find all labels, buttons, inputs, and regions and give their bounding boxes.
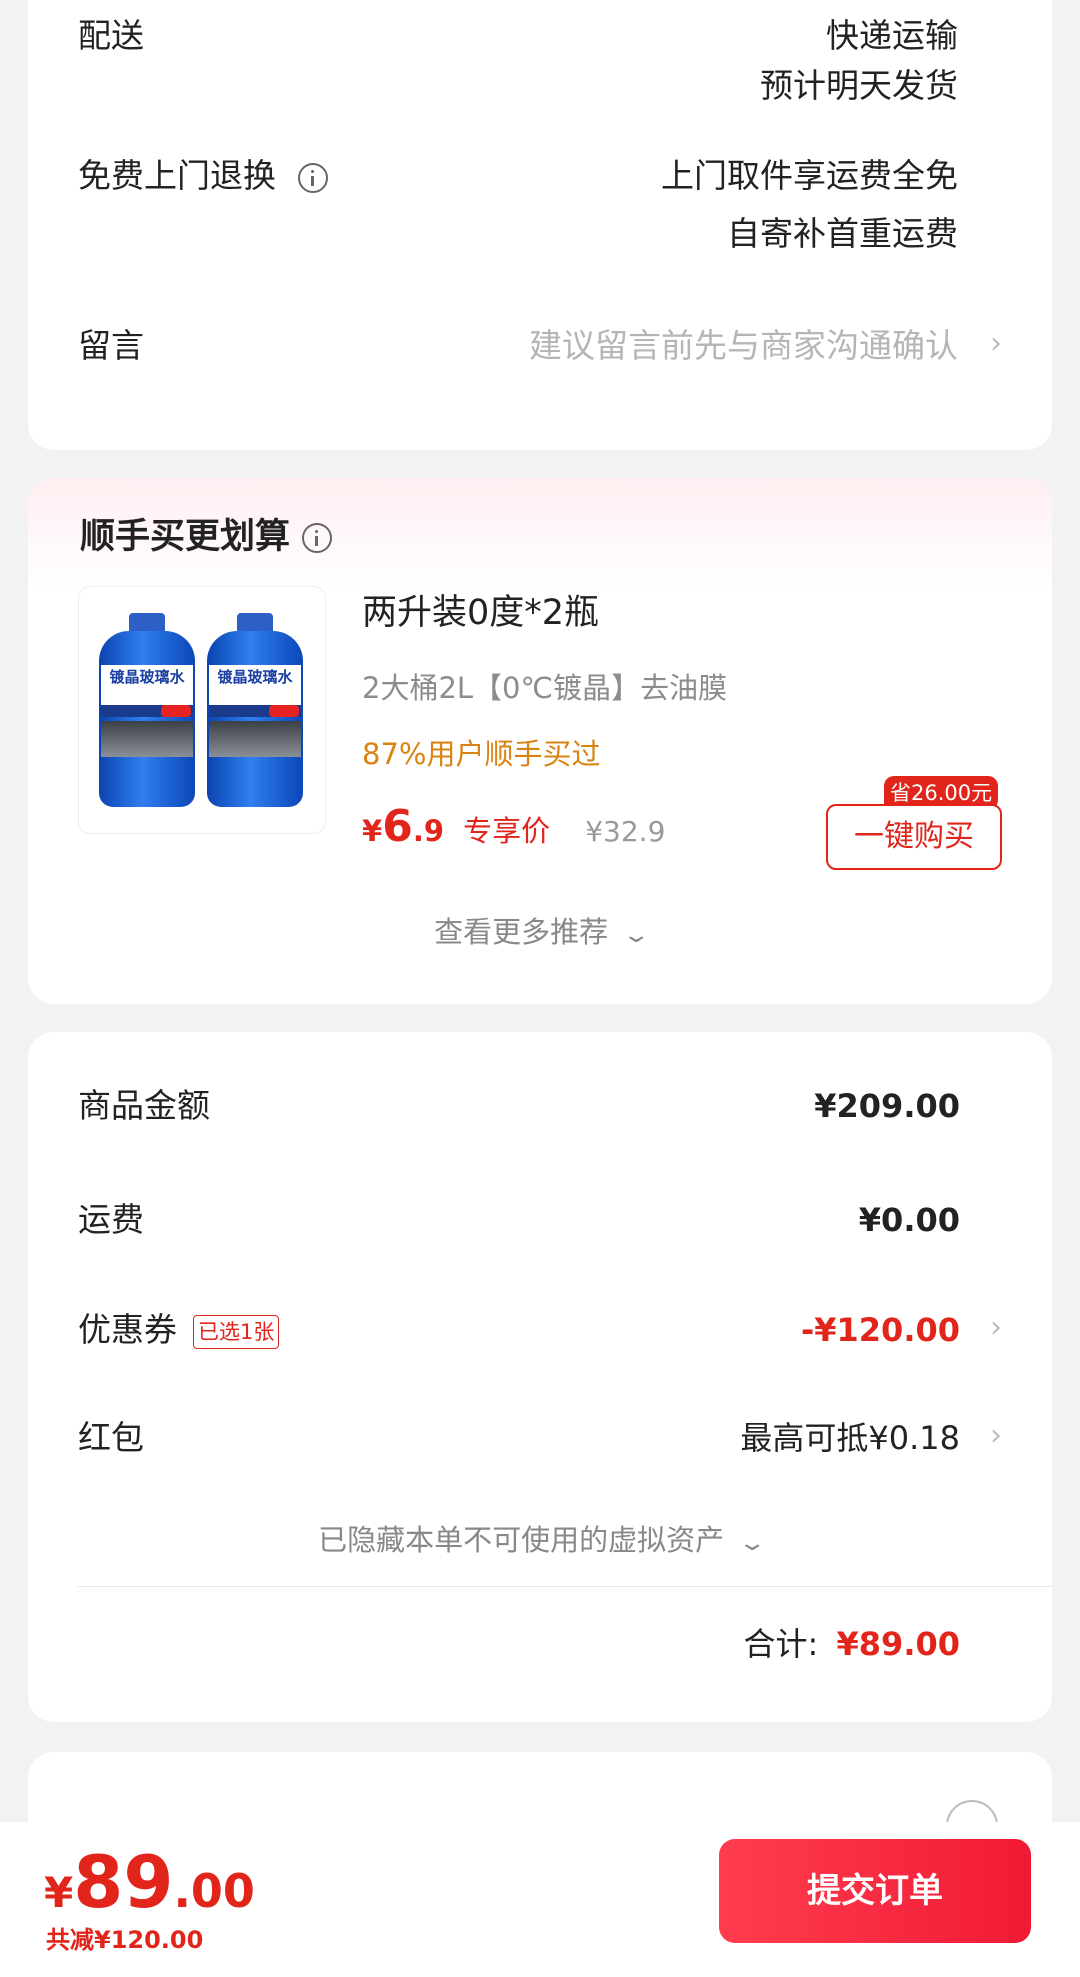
bought-ratio: 87%用户顺手买过 xyxy=(362,737,601,771)
bottle-label: 镀晶玻璃水 xyxy=(101,665,193,705)
bottle-right: 镀晶玻璃水 xyxy=(205,613,305,809)
product-title[interactable]: 两升装0度*2瓶 xyxy=(362,590,599,636)
submit-order-button[interactable]: 提交订单 xyxy=(719,1839,1031,1943)
bottom-bar: ¥89.00 共减¥120.00 提交订单 xyxy=(0,1822,1080,1977)
shipping-card: 配送 快递运输 预计明天发货 免费上门退换 上门取件享运费全免 自寄补首重运费 … xyxy=(28,0,1052,450)
goods-amount-row: 商品金额 ¥209.00 xyxy=(78,1084,1002,1128)
more-recommend-label: 查看更多推荐 xyxy=(434,915,609,949)
delivery-label: 配送 xyxy=(78,16,144,55)
delivery-row[interactable]: 配送 快递运输 预计明天发货 xyxy=(78,14,1002,114)
product-image[interactable]: 镀晶玻璃水 镀晶玻璃水 xyxy=(78,586,326,834)
summary-divider xyxy=(78,1586,1052,1587)
chevron-down-icon: ⌄ xyxy=(621,923,652,948)
red-packet-row[interactable]: 红包 最高可抵¥0.18 › xyxy=(78,1416,1002,1460)
original-price: ¥32.9 xyxy=(585,815,666,848)
price-dec: .9 xyxy=(412,814,445,848)
freight-row: 运费 ¥0.00 xyxy=(78,1198,1002,1242)
coupon-label-group: 优惠券 已选1张 xyxy=(78,1310,280,1350)
bottom-price-dec: .00 xyxy=(173,1864,255,1918)
message-placeholder[interactable]: 建议留言前先与商家沟通确认 xyxy=(529,326,958,366)
free-return-row[interactable]: 免费上门退换 上门取件享运费全免 自寄补首重运费 xyxy=(78,150,1002,260)
free-return-line2: 自寄补首重运费 xyxy=(727,214,958,253)
coupon-label: 优惠券 xyxy=(78,1310,177,1349)
goods-amount-value: ¥209.00 xyxy=(814,1087,960,1125)
hidden-assets-label: 已隐藏本单不可使用的虚拟资产 xyxy=(318,1523,725,1557)
delivery-eta: 预计明天发货 xyxy=(760,66,958,105)
bottom-discount: 共减¥120.00 xyxy=(46,1926,204,1954)
free-return-line1: 上门取件享运费全免 xyxy=(661,156,958,195)
total-value: ¥89.00 xyxy=(836,1625,960,1663)
bottle-left: 镀晶玻璃水 xyxy=(97,613,197,809)
bundle-card: 顺手买更划算 镀晶玻璃水 镀晶玻璃水 两升装0度*2瓶 2大桶2L【0℃镀晶】去… xyxy=(28,478,1052,1004)
price-int: 6 xyxy=(382,801,413,852)
price-symbol: ¥ xyxy=(362,814,383,848)
red-packet-value: 最高可抵¥0.18 xyxy=(740,1419,960,1457)
freight-value: ¥0.00 xyxy=(858,1201,960,1239)
info-icon[interactable] xyxy=(302,523,333,553)
bottom-price-symbol: ¥ xyxy=(44,1868,74,1917)
chevron-right-icon: › xyxy=(990,326,1002,361)
message-row[interactable]: 留言 建议留言前先与商家沟通确认 › xyxy=(78,322,1002,372)
bundle-price: ¥6.9 专享价 ¥32.9 xyxy=(362,800,665,863)
info-icon[interactable] xyxy=(298,162,328,193)
chevron-down-icon: ⌄ xyxy=(737,1531,768,1556)
total-row: 合计: ¥89.00 xyxy=(744,1622,960,1666)
bundle-title: 顺手买更划算 xyxy=(80,514,333,560)
chevron-right-icon: › xyxy=(990,1310,1002,1345)
hidden-assets-toggle[interactable]: 已隐藏本单不可使用的虚拟资产 ⌄ xyxy=(28,1520,1052,1564)
more-recommend[interactable]: 查看更多推荐 ⌄ xyxy=(28,912,1052,956)
coupon-value: -¥120.00 xyxy=(800,1311,960,1349)
summary-card: 商品金额 ¥209.00 运费 ¥0.00 优惠券 已选1张 -¥120.00 ›… xyxy=(28,1032,1052,1722)
product-desc: 2大桶2L【0℃镀晶】去油膜 xyxy=(362,671,728,705)
chevron-right-icon: › xyxy=(990,1418,1002,1453)
freight-label: 运费 xyxy=(78,1200,144,1239)
goods-amount-label: 商品金额 xyxy=(78,1086,210,1125)
bundle-title-text: 顺手买更划算 xyxy=(80,517,291,557)
free-return-text: 免费上门退换 xyxy=(78,156,276,195)
total-label: 合计: xyxy=(743,1625,819,1663)
message-label: 留言 xyxy=(78,326,144,365)
red-packet-label: 红包 xyxy=(78,1418,144,1457)
bottle-label: 镀晶玻璃水 xyxy=(209,665,301,705)
free-return-label: 免费上门退换 xyxy=(78,156,328,196)
bottom-price-int: 89 xyxy=(73,1840,174,1924)
coupon-row[interactable]: 优惠券 已选1张 -¥120.00 › xyxy=(78,1308,1002,1352)
coupon-selected-badge: 已选1张 xyxy=(193,1314,280,1349)
one-click-buy-button[interactable]: 一键购买 xyxy=(826,804,1002,870)
price-tag: 专享价 xyxy=(463,814,551,848)
delivery-method: 快递运输 xyxy=(826,16,958,55)
